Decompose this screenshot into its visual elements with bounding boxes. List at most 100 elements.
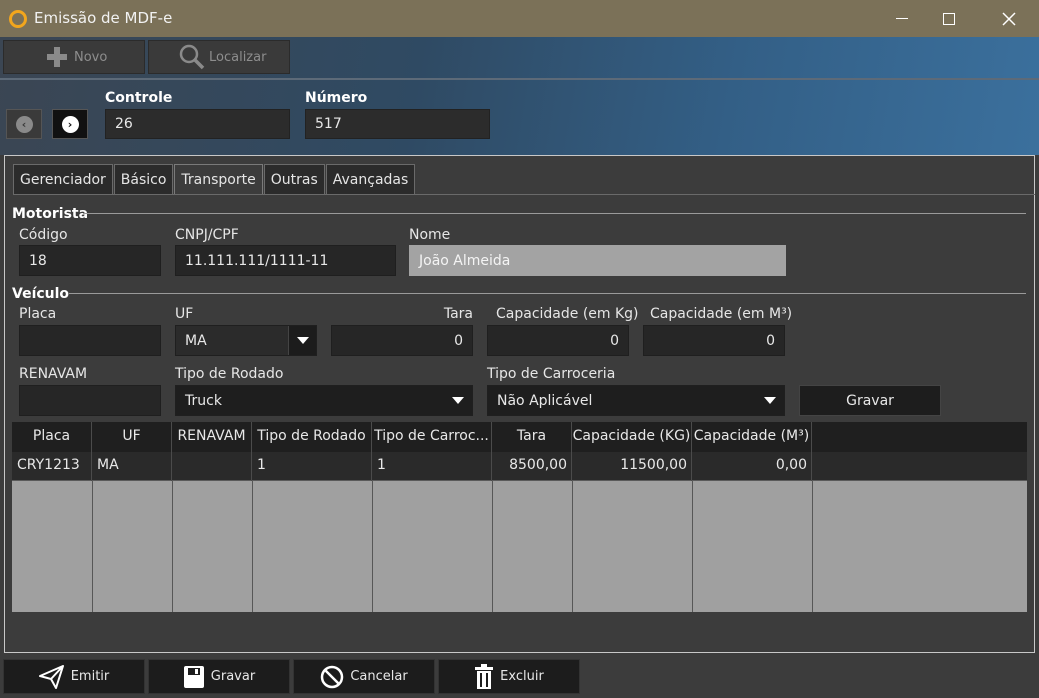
cap-m3-field[interactable]: 0 bbox=[643, 325, 785, 356]
motorista-section-line bbox=[83, 213, 1026, 214]
table-row[interactable]: CRY1213 MA 1 1 8500,00 11500,00 0,00 bbox=[12, 452, 1027, 481]
tab-bar: Gerenciador Básico Transporte Outras Ava… bbox=[13, 164, 416, 195]
cancel-icon bbox=[321, 665, 344, 688]
save-button[interactable]: Gravar bbox=[148, 659, 290, 694]
cap-kg-label: Capacidade (em Kg) bbox=[496, 306, 639, 322]
controle-label: Controle bbox=[105, 90, 173, 106]
cell-placa: CRY1213 bbox=[12, 452, 92, 481]
grid-column-line bbox=[572, 481, 573, 612]
grid-header: Placa UF RENAVAM Tipo de Rodado Tipo de … bbox=[12, 422, 1027, 452]
controle-field[interactable]: 26 bbox=[105, 109, 290, 139]
tab-avancadas[interactable]: Avançadas bbox=[325, 164, 416, 195]
app-icon bbox=[9, 10, 27, 28]
grid-column-line bbox=[92, 481, 93, 612]
uf-select-value: MA bbox=[185, 333, 207, 349]
nome-field: João Almeida bbox=[409, 245, 786, 276]
uf-dropdown-button[interactable] bbox=[288, 326, 316, 355]
codigo-field[interactable]: 18 bbox=[19, 245, 161, 276]
maximize-icon bbox=[943, 12, 955, 25]
carroceria-select[interactable]: Não Aplicável bbox=[487, 385, 785, 416]
emit-button-label: Emitir bbox=[70, 669, 110, 684]
nome-label: Nome bbox=[409, 227, 451, 243]
tab-transporte[interactable]: Transporte bbox=[174, 164, 263, 195]
grid-column-line bbox=[492, 481, 493, 612]
rodado-dropdown-button[interactable] bbox=[444, 386, 472, 415]
vehicle-save-button[interactable]: Gravar bbox=[799, 385, 941, 416]
grid-column-line bbox=[692, 481, 693, 612]
grid-column-line bbox=[252, 481, 253, 612]
cnpj-field[interactable]: 11.111.111/1111-11 bbox=[175, 245, 396, 276]
column-header-carroceria[interactable]: Tipo de Carroc... bbox=[372, 422, 492, 452]
plus-icon bbox=[47, 47, 67, 67]
tara-label: Tara bbox=[443, 306, 473, 322]
carroceria-select-value: Não Aplicável bbox=[497, 393, 593, 409]
uf-label: UF bbox=[175, 306, 194, 322]
column-header-renavam[interactable]: RENAVAM bbox=[172, 422, 252, 452]
window-title: Emissão de MDF-e bbox=[34, 9, 173, 27]
tab-basico[interactable]: Básico bbox=[113, 164, 174, 195]
minimize-icon bbox=[896, 18, 908, 19]
numero-label: Número bbox=[305, 90, 368, 106]
cell-tara: 8500,00 bbox=[492, 452, 572, 481]
delete-button[interactable]: Excluir bbox=[438, 659, 580, 694]
carroceria-dropdown-button[interactable] bbox=[756, 386, 784, 415]
cell-cap-m3: 0,00 bbox=[692, 452, 812, 481]
save-button-label: Gravar bbox=[210, 669, 256, 684]
title-bar: Emissão de MDF-e bbox=[0, 0, 1039, 37]
chevron-down-icon bbox=[764, 397, 776, 404]
main-panel: Gerenciador Básico Transporte Outras Ava… bbox=[4, 155, 1035, 653]
cell-cap-kg: 11500,00 bbox=[572, 452, 692, 481]
tabs-divider bbox=[13, 194, 1035, 195]
cell-renavam bbox=[172, 452, 252, 481]
column-header-cap-kg[interactable]: Capacidade (KG) bbox=[572, 422, 692, 452]
numero-field[interactable]: 517 bbox=[305, 109, 490, 139]
find-button[interactable]: Localizar bbox=[148, 40, 290, 74]
column-header-cap-m3[interactable]: Capacidade (M³) bbox=[692, 422, 812, 452]
chevron-right-icon: › bbox=[61, 115, 79, 133]
column-header-placa[interactable]: Placa bbox=[12, 422, 92, 452]
column-header-tara[interactable]: Tara bbox=[492, 422, 572, 452]
cell-rodado: 1 bbox=[252, 452, 372, 481]
maximize-button[interactable] bbox=[926, 0, 972, 37]
send-icon bbox=[38, 664, 64, 689]
grid-column-line bbox=[372, 481, 373, 612]
minimize-button[interactable] bbox=[879, 0, 925, 37]
tab-gerenciador[interactable]: Gerenciador bbox=[13, 164, 113, 195]
renavam-field[interactable] bbox=[19, 385, 161, 416]
placa-field[interactable] bbox=[19, 325, 161, 356]
carroceria-label: Tipo de Carroceria bbox=[487, 366, 616, 382]
tab-outras[interactable]: Outras bbox=[263, 164, 325, 195]
cnpj-label: CNPJ/CPF bbox=[175, 227, 239, 243]
cell-uf: MA bbox=[92, 452, 172, 481]
previous-record-button[interactable]: ‹ bbox=[6, 109, 42, 139]
veiculo-section-line bbox=[69, 293, 1026, 294]
rodado-select-value: Truck bbox=[185, 393, 222, 409]
column-header-uf[interactable]: UF bbox=[92, 422, 172, 452]
chevron-down-icon bbox=[296, 337, 309, 344]
close-icon bbox=[1002, 11, 1016, 26]
cap-m3-label: Capacidade (em M³) bbox=[650, 306, 793, 322]
chevron-down-icon bbox=[452, 397, 464, 404]
grid-column-line bbox=[172, 481, 173, 612]
next-record-button[interactable]: › bbox=[52, 109, 88, 139]
uf-select[interactable]: MA bbox=[175, 325, 317, 356]
cap-kg-field[interactable]: 0 bbox=[487, 325, 629, 356]
rodado-label: Tipo de Rodado bbox=[175, 366, 284, 382]
cancel-button-label: Cancelar bbox=[350, 669, 408, 684]
cancel-button[interactable]: Cancelar bbox=[293, 659, 435, 694]
motorista-section-title: Motorista bbox=[12, 206, 89, 222]
close-button[interactable] bbox=[986, 0, 1032, 37]
delete-button-label: Excluir bbox=[500, 669, 544, 684]
codigo-label: Código bbox=[19, 227, 68, 243]
emit-button[interactable]: Emitir bbox=[3, 659, 145, 694]
rodado-select[interactable]: Truck bbox=[175, 385, 473, 416]
placa-label: Placa bbox=[19, 306, 57, 322]
column-header-rodado[interactable]: Tipo de Rodado bbox=[252, 422, 372, 452]
floppy-disk-icon bbox=[183, 665, 204, 688]
new-button[interactable]: Novo bbox=[3, 40, 145, 74]
chevron-left-icon: ‹ bbox=[15, 115, 33, 133]
tara-field[interactable]: 0 bbox=[331, 325, 473, 356]
new-button-label: Novo bbox=[74, 49, 108, 65]
trash-icon bbox=[475, 663, 494, 689]
cell-carroceria: 1 bbox=[372, 452, 492, 481]
